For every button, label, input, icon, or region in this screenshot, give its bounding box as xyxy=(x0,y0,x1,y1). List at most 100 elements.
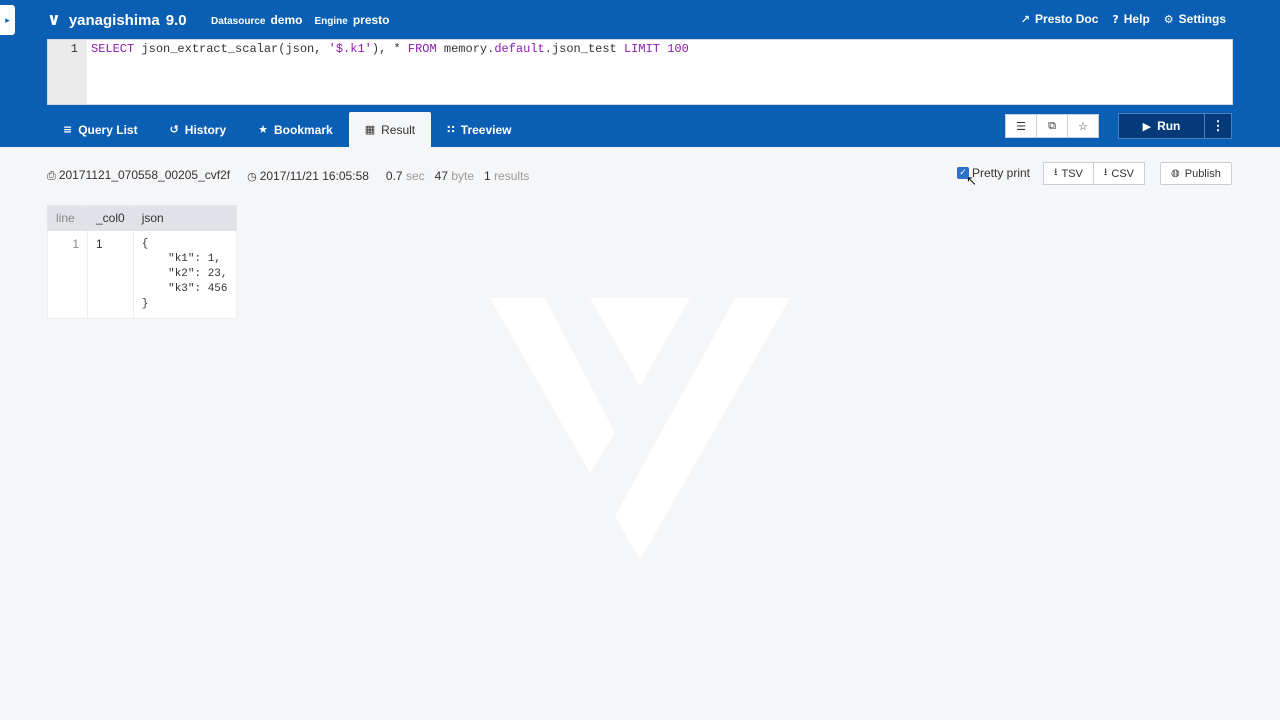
file-icon: ⎙ xyxy=(47,169,56,182)
gear-icon: ⚙ xyxy=(1163,12,1174,26)
editor-code-line[interactable]: SELECT json_extract_scalar(json, '$.k1')… xyxy=(91,42,689,56)
query-id-text: 20171121_070558_00205_cvf2f xyxy=(58,168,231,182)
csv-label: CSV xyxy=(1111,167,1135,180)
sql-token-star: * xyxy=(393,42,401,56)
run-options-button[interactable]: ⋮ xyxy=(1204,113,1232,139)
pretty-print-label: Pretty print xyxy=(972,166,1031,180)
tab-label: Bookmark xyxy=(274,122,333,137)
help-label: Help xyxy=(1123,12,1150,26)
download-tsv-button[interactable]: ⭳ TSV xyxy=(1043,162,1094,185)
list-icon: ≡ xyxy=(63,123,73,136)
datasource-value[interactable]: demo xyxy=(270,13,302,27)
yanagishima-logo-icon: ∨ xyxy=(47,10,61,30)
app-version: 9.0 xyxy=(165,11,187,29)
editor-line-number: 1 xyxy=(70,42,78,56)
settings-link[interactable]: ⚙ Settings xyxy=(1164,12,1226,26)
query-id[interactable]: ⎙ 20171121_070558_00205_cvf2f xyxy=(47,168,230,183)
tab-label: Query List xyxy=(78,122,138,137)
sql-token-string: '$.k1' xyxy=(328,42,372,56)
external-link-icon: ↗ xyxy=(1020,12,1031,26)
play-icon: ▶ xyxy=(1142,119,1152,133)
engine-value[interactable]: presto xyxy=(353,13,390,27)
table-icon: ▦ xyxy=(364,123,376,136)
sql-token-catalog: memory. xyxy=(443,42,495,56)
clock-icon: ◷ xyxy=(247,169,257,183)
tab-history[interactable]: ↺ History xyxy=(154,112,243,147)
run-label: Run xyxy=(1157,119,1181,133)
sql-token-schema: default xyxy=(494,42,545,56)
sql-token-from: FROM xyxy=(400,42,444,56)
download-icon: ⭳ xyxy=(1054,167,1058,178)
more-vertical-icon: ⋮ xyxy=(1211,118,1225,133)
result-info: ⎙ 20171121_070558_00205_cvf2f ◷ 2017/11/21… xyxy=(47,168,546,183)
size-unit: byte xyxy=(451,168,475,183)
download-csv-button[interactable]: ⭳ CSV xyxy=(1092,162,1146,185)
sidebar-toggle-icon[interactable]: ▸ xyxy=(0,5,15,35)
question-icon: ? xyxy=(1112,12,1119,26)
main-tabs: ≡ Query List ↺ History ★ Bookmark ▦ Result ∷… xyxy=(47,112,527,147)
elapsed-value: 0.7 xyxy=(385,168,403,183)
result-header-row: line _col0 json xyxy=(47,205,237,231)
help-link[interactable]: ? Help xyxy=(1112,12,1149,26)
presto-doc-link[interactable]: ↗ Presto Doc xyxy=(1021,12,1099,26)
bookmark-query-button[interactable]: ☆ xyxy=(1067,114,1099,138)
elapsed-unit: sec xyxy=(405,168,425,183)
count-value: 1 xyxy=(484,168,491,183)
table-row: 1 1 { "k1": 1, "k2": 23, "k3": 456 } xyxy=(47,230,237,319)
tab-label: Result xyxy=(381,122,416,137)
cell-col0[interactable]: 1 xyxy=(87,230,134,319)
tab-label: Treeview xyxy=(460,122,512,137)
download-group: ⭳ TSV ⭳ CSV xyxy=(1043,162,1146,185)
tab-treeview[interactable]: ∷ Treeview xyxy=(431,112,527,147)
settings-label: Settings xyxy=(1178,12,1226,26)
format-query-button[interactable]: ☰ xyxy=(1005,114,1037,138)
top-links: ↗ Presto Doc ? Help ⚙ Settings xyxy=(1007,12,1226,26)
sitemap-icon: ∷ xyxy=(447,123,455,136)
publish-label: Publish xyxy=(1184,167,1221,180)
history-icon: ↺ xyxy=(169,123,179,136)
copy-icon: ⧉ xyxy=(1048,119,1056,132)
datetime-text: 2017/11/21 16:05:58 xyxy=(259,168,369,183)
sql-token-table: .json_test xyxy=(544,42,624,56)
engine-label: Engine xyxy=(314,16,348,27)
connection-meta: Datasource demo Engine presto xyxy=(211,13,402,27)
tab-query-list[interactable]: ≡ Query List xyxy=(47,112,154,147)
column-header-line[interactable]: line xyxy=(47,205,88,231)
tab-result[interactable]: ▦ Result xyxy=(348,112,432,147)
app-header: ▸ ∨ yanagishima 9.0 Datasource demo Engi… xyxy=(0,0,1280,147)
json-value: { "k1": 1, "k2": 23, "k3": 456 } xyxy=(141,238,228,310)
sql-token-number: 100 xyxy=(667,42,689,56)
count-unit: results xyxy=(494,168,530,183)
tab-label: History xyxy=(184,122,227,137)
run-button[interactable]: ▶ Run xyxy=(1118,113,1205,139)
mouse-cursor-icon: ↖ xyxy=(966,174,977,189)
result-count: 1 results xyxy=(484,169,529,183)
publish-button[interactable]: ◍ Publish xyxy=(1160,162,1232,185)
size-value: 47 xyxy=(434,168,448,183)
tab-bookmark[interactable]: ★ Bookmark xyxy=(242,112,349,147)
tsv-label: TSV xyxy=(1061,167,1083,180)
copy-query-button[interactable]: ⧉ xyxy=(1036,114,1068,138)
cell-json[interactable]: { "k1": 1, "k2": 23, "k3": 456 } xyxy=(132,230,237,319)
query-datetime: ◷ 2017/11/21 16:05:58 xyxy=(247,169,369,183)
result-size: 47 byte xyxy=(435,169,474,183)
datasource-label: Datasource xyxy=(211,16,266,27)
run-group: ▶ Run ⋮ xyxy=(1118,113,1232,139)
presto-doc-label: Presto Doc xyxy=(1035,12,1099,26)
column-header-json[interactable]: json xyxy=(132,205,237,231)
sql-editor[interactable]: 1 SELECT json_extract_scalar(json, '$.k1… xyxy=(47,39,1233,105)
globe-icon: ◍ xyxy=(1171,168,1180,179)
star-icon: ★ xyxy=(258,123,269,136)
indent-icon: ☰ xyxy=(1016,119,1026,133)
star-outline-icon: ☆ xyxy=(1078,119,1088,133)
sql-token-func: json_extract_scalar(json, xyxy=(134,42,329,56)
column-header-col0[interactable]: _col0 xyxy=(87,205,134,231)
result-table: line _col0 json 1 1 { "k1": 1, "k2": 23,… xyxy=(47,205,237,319)
sql-token-limit: LIMIT xyxy=(623,42,668,56)
download-icon: ⭳ xyxy=(1103,167,1108,178)
sql-token-sep: ), xyxy=(371,42,394,56)
brand[interactable]: ∨ yanagishima 9.0 xyxy=(47,10,187,30)
elapsed-time: 0.7 sec xyxy=(386,169,425,183)
sql-token-select: SELECT xyxy=(91,42,135,56)
cell-line: 1 xyxy=(47,230,88,319)
